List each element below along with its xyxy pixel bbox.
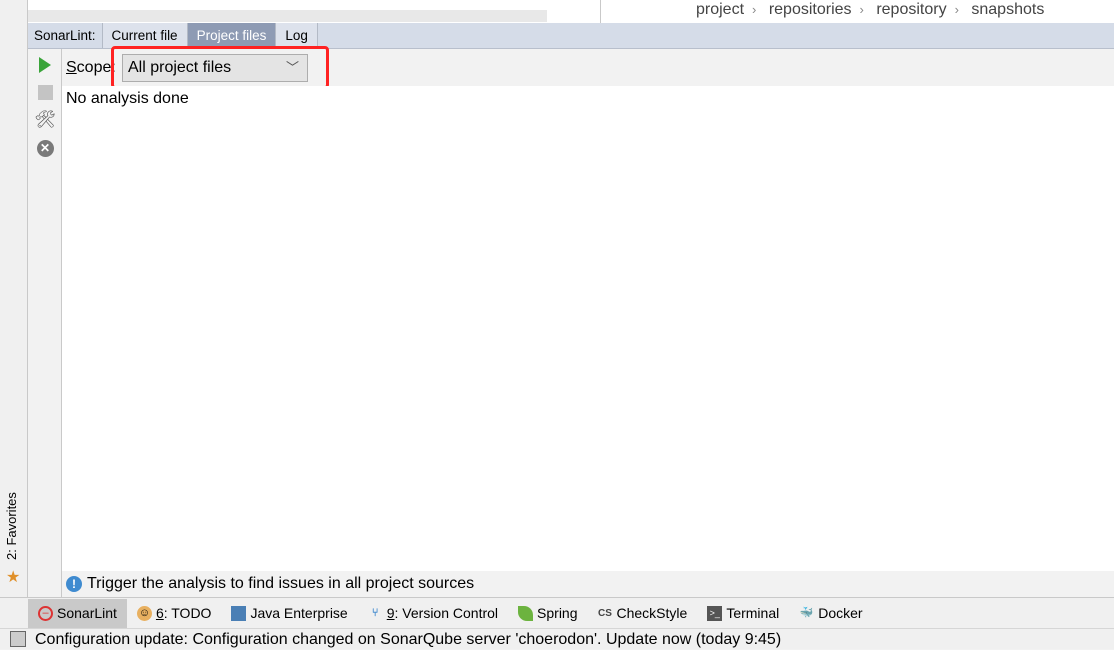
toolwindow-java-enterprise[interactable]: Java Enterprise [221,599,357,628]
toolwindow-label: Spring [537,605,578,621]
tab-project-files[interactable]: Project files [187,23,277,48]
play-icon [39,57,51,73]
analysis-toolbar: 🛠 ✕ [28,49,62,597]
issues-panel: No analysis done [62,86,1114,571]
toolwindow-label: : Version Control [394,605,499,621]
tool-window-bar: – SonarLint ☺ 6: TODO Java Enterprise ⑂ 9: … [0,597,1114,628]
tab-log[interactable]: Log [276,23,318,48]
toolwindow-docker[interactable]: 🐳 Docker [789,599,872,628]
java-enterprise-icon [231,605,247,621]
breadcrumb-item[interactable]: repository [876,1,946,18]
scope-label: Scope: [66,59,116,76]
info-text: Trigger the analysis to find issues in a… [87,575,475,592]
stop-icon [37,84,53,100]
favorites-label: 2: Favorites [4,492,19,560]
editor-area [28,0,600,23]
close-circle-icon: ✕ [36,139,54,157]
toolwindow-todo[interactable]: ☺ 6: TODO [127,599,222,628]
toolwindow-sonarlint[interactable]: – SonarLint [28,598,127,628]
toolwindow-label: SonarLint [57,605,117,621]
toolwindow-terminal[interactable]: >_ Terminal [697,599,789,628]
toolwindow-label: Docker [818,605,863,621]
breadcrumb-item[interactable]: repositories [769,1,852,18]
vcs-icon: ⑂ [371,606,379,619]
tool-windows-toggle-icon[interactable] [10,631,26,647]
breadcrumb-item[interactable]: snapshots [971,1,1044,18]
sonarlint-icon: – [38,605,53,621]
clear-button[interactable]: ✕ [35,138,55,158]
breadcrumb-item[interactable]: project [696,1,744,18]
configure-button[interactable]: 🛠 [34,110,56,130]
checkstyle-icon: CS [598,607,612,619]
favorites-tool-button[interactable]: 2: Favorites ★ [2,490,26,586]
toolwindow-version-control[interactable]: ⑂ 9: Version Control [358,599,508,628]
toolwindow-spring[interactable]: Spring [508,599,587,628]
toolwindow-label: Java Enterprise [250,605,348,621]
status-text[interactable]: Configuration update: Configuration chan… [35,629,781,650]
toolwindow-mnemonic: 6 [155,605,164,621]
tools-icon: 🛠 [34,110,56,129]
docker-icon: 🐳 [799,606,814,619]
toolwindow-label: CheckStyle [616,605,688,621]
toolwindow-label: : TODO [163,605,212,621]
info-bar: ! Trigger the analysis to find issues in… [62,571,1114,597]
spring-leaf-icon [518,605,534,621]
stop-button[interactable] [35,82,55,102]
run-button[interactable] [35,55,55,75]
tab-current-file[interactable]: Current file [102,23,188,48]
scope-label-text: cope: [76,59,116,76]
toolwindow-mnemonic: 9 [386,605,395,621]
highlight-box [111,46,329,89]
tab-bar-title: SonarLint: [28,23,103,48]
star-icon: ★ [6,569,21,586]
todo-icon: ☺ [136,605,152,621]
info-icon: ! [66,576,82,592]
empty-message: No analysis done [66,90,189,107]
horizontal-scrollbar[interactable] [28,10,547,22]
toolwindow-label: Terminal [726,605,780,621]
breadcrumb: project › repositories › repository › snaps… [600,0,1114,23]
status-bar: Configuration update: Configuration chan… [0,628,1114,649]
toolwindow-checkstyle[interactable]: CS CheckStyle [588,599,698,628]
terminal-icon: >_ [707,605,723,621]
